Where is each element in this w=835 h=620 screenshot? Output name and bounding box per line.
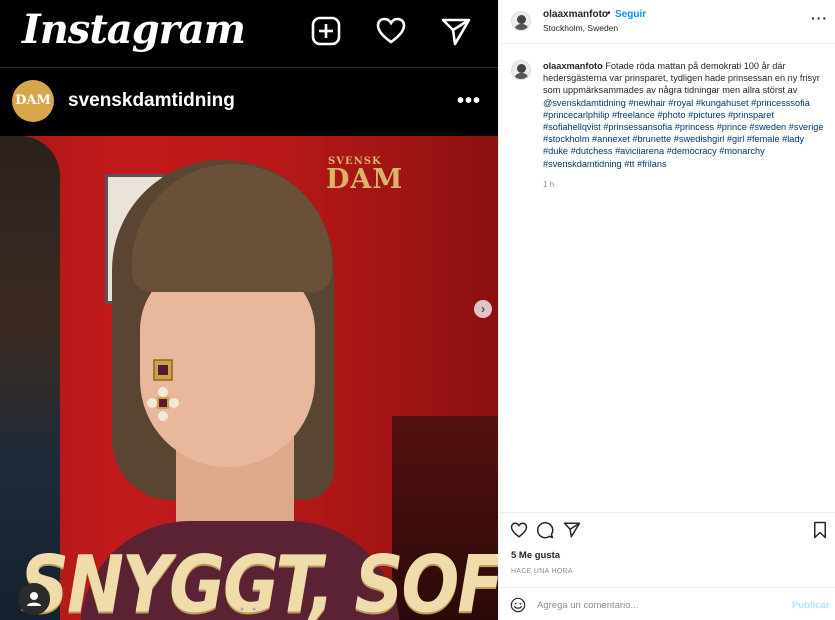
follow-button[interactable]: Seguir bbox=[615, 9, 646, 20]
hashtag-link[interactable]: #dutchess bbox=[571, 146, 613, 156]
account-name: svenskdamtidning bbox=[68, 90, 235, 111]
hashtag-link[interactable]: #annexet bbox=[592, 134, 630, 144]
post-photo: SVENSK DAM SNYGGT, SOFIA! bbox=[0, 136, 498, 620]
hashtag-link[interactable]: @svenskdamtidning bbox=[543, 98, 626, 108]
hashtag-link[interactable]: #sweden bbox=[749, 122, 786, 132]
hashtag-link[interactable]: #aviciiarena bbox=[615, 146, 664, 156]
hashtag-link[interactable]: #frilans bbox=[637, 159, 667, 169]
account-row: DAM svenskdamtidning ••• bbox=[0, 68, 498, 136]
username-link[interactable]: olaaxmanfoto bbox=[543, 9, 608, 20]
hashtag-link[interactable]: #monarchy bbox=[719, 146, 764, 156]
comment-bar: Publicar bbox=[499, 587, 835, 620]
hashtag-link[interactable]: #princesssofia bbox=[751, 98, 810, 108]
hashtag-link[interactable]: #pictures bbox=[688, 110, 725, 120]
carousel-indicator: ● ● bbox=[240, 606, 260, 613]
ellipsis-icon: ••• bbox=[457, 90, 482, 112]
post-header: olaaxmanfoto • Seguir Stockholm, Sweden … bbox=[499, 0, 835, 44]
post-panel: olaaxmanfoto • Seguir Stockholm, Sweden … bbox=[498, 0, 835, 620]
caption: olaaxmanfoto Fotade röda mattan på demok… bbox=[543, 60, 825, 170]
hashtag-link[interactable]: #princess bbox=[675, 122, 714, 132]
hashtag-link[interactable]: #female bbox=[747, 134, 780, 144]
hashtag-link[interactable]: #freelance bbox=[612, 110, 655, 120]
chevron-right-icon[interactable]: › bbox=[474, 300, 492, 318]
account-avatar: DAM bbox=[12, 80, 54, 122]
hashtag-link[interactable]: #svenskdamtidning bbox=[543, 159, 622, 169]
hashtag-link[interactable]: #swedishgirl bbox=[674, 134, 725, 144]
caption-username[interactable]: olaaxmanfoto bbox=[543, 61, 603, 71]
heart-icon[interactable] bbox=[510, 521, 528, 539]
post-actions: 5 Me gusta HACE UNA HORA Publicar bbox=[499, 512, 835, 620]
likes-count[interactable]: 5 Me gusta bbox=[511, 550, 560, 561]
hashtag-link[interactable]: #democracy bbox=[667, 146, 717, 156]
hashtag-link[interactable]: #brunette bbox=[632, 134, 671, 144]
hashtag-link[interactable]: #prinsparet bbox=[728, 110, 774, 120]
location-link[interactable]: Stockholm, Sweden bbox=[543, 23, 618, 33]
caption-time: 1 h bbox=[543, 180, 555, 189]
instagram-top-bar: Instagram bbox=[0, 0, 498, 64]
hashtag-link[interactable]: #sofiahellqvist bbox=[543, 122, 601, 132]
publish-button[interactable]: Publicar bbox=[792, 600, 830, 611]
send-icon bbox=[441, 18, 471, 46]
hashtag-link[interactable]: #newhair bbox=[628, 98, 665, 108]
instagram-logo: Instagram bbox=[22, 6, 246, 53]
heart-icon bbox=[376, 17, 406, 44]
post-time: HACE UNA HORA bbox=[511, 568, 573, 575]
brand-logo: DAM bbox=[326, 164, 404, 195]
ellipsis-icon[interactable]: ··· bbox=[811, 10, 828, 26]
hashtag-link[interactable]: #tt bbox=[624, 159, 634, 169]
hashtag-link[interactable]: #girl bbox=[727, 134, 744, 144]
hashtag-link[interactable]: #princecarlphilip bbox=[543, 110, 609, 120]
caption-avatar[interactable] bbox=[511, 60, 531, 80]
earring bbox=[147, 359, 179, 421]
comment-input[interactable] bbox=[537, 597, 757, 613]
plus-square-icon bbox=[311, 16, 341, 46]
hashtag-list: @svenskdamtidning #newhair #royal #kunga… bbox=[543, 98, 823, 169]
emoji-icon[interactable] bbox=[510, 597, 526, 613]
hashtag-link[interactable]: #stockholm bbox=[543, 134, 589, 144]
hashtag-link[interactable]: #kungahuset bbox=[696, 98, 749, 108]
user-icon[interactable] bbox=[18, 583, 50, 615]
hashtag-link[interactable]: #lady bbox=[782, 134, 804, 144]
bookmark-icon[interactable] bbox=[811, 521, 829, 539]
hashtag-link[interactable]: #duke bbox=[543, 146, 568, 156]
hashtag-link[interactable]: #prinsessansofia bbox=[603, 122, 672, 132]
embedded-image-panel: Instagram DAM svenskdamtidning ••• SVENS… bbox=[0, 0, 498, 620]
hashtag-link[interactable]: #sverige bbox=[789, 122, 824, 132]
comment-icon[interactable] bbox=[536, 521, 554, 539]
hashtag-link[interactable]: #photo bbox=[657, 110, 685, 120]
hashtag-link[interactable]: #prince bbox=[717, 122, 747, 132]
avatar[interactable] bbox=[511, 11, 531, 31]
hashtag-link[interactable]: #royal bbox=[668, 98, 693, 108]
separator-dot: • bbox=[607, 8, 611, 19]
send-icon[interactable] bbox=[563, 521, 581, 539]
